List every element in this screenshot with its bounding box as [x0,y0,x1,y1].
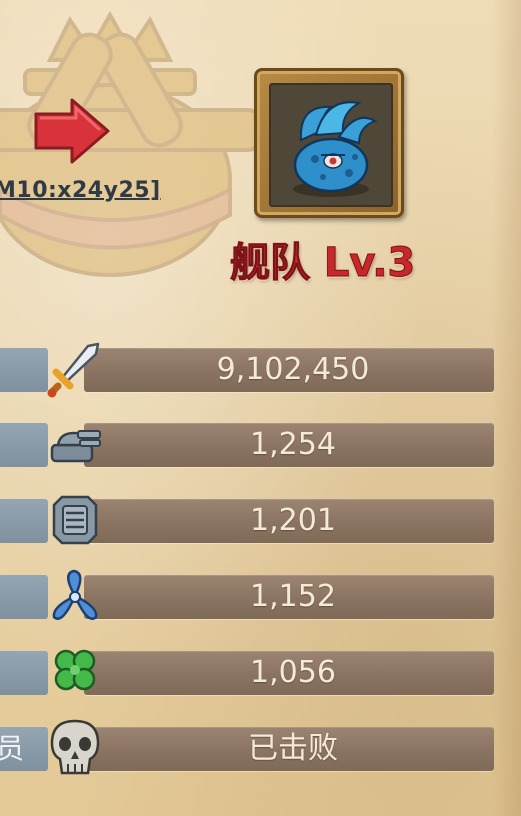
sword-icon [47,342,100,398]
cut-off-label: 员 [0,732,25,765]
stat-row-power: 9,102,450 [0,342,496,398]
bar-segment [0,651,48,695]
bar-segment [0,423,48,467]
stat-row-speed: 1,152 [0,569,496,622]
fleet-avatar-frame[interactable] [254,68,404,218]
stat-row-defense: 1,201 [0,495,496,546]
stat-value-power: 9,102,450 [216,352,370,387]
bar-segment [0,575,48,619]
stat-row-status: 员 已击败 [0,719,496,775]
clover-icon [54,649,96,691]
stat-value-luck: 1,056 [250,655,336,690]
skull-icon [50,719,100,775]
stat-row-luck: 1,056 [0,648,496,698]
stat-value-status: 已击败 [248,731,338,766]
fleet-level-title: 舰队 Lv.3 [229,240,416,287]
stat-value-attack: 1,254 [250,427,336,462]
bar-segment [0,348,48,392]
stat-value-speed: 1,152 [250,579,336,614]
location-coordinate-link[interactable]: M10:x24y25] [0,178,161,203]
blue-monster-icon [293,101,378,197]
armor-plate-icon [52,495,98,545]
stat-row-attack: 1,254 [0,420,496,470]
turret-icon [50,430,101,463]
fleet-avatar [269,83,393,207]
bar-segment [0,499,48,543]
arrow-right-icon[interactable] [32,96,112,166]
stat-value-defense: 1,201 [250,503,336,538]
propeller-icon [52,569,98,620]
